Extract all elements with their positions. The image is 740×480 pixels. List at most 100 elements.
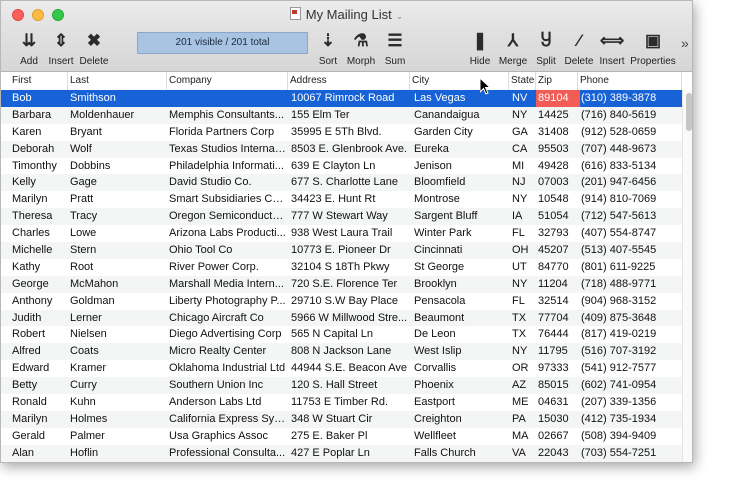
add-button[interactable]: ⇊ Add (17, 29, 41, 67)
cell-address[interactable]: 35995 E 5Th Blvd. (291, 124, 408, 141)
table-row[interactable]: Judith Lerner Chicago Aircraft Co 5966 W Mi… (1, 309, 682, 327)
cell-state[interactable]: UT (512, 259, 536, 276)
cell-company[interactable]: Philadelphia Informati... (169, 158, 286, 175)
vertical-scrollbar[interactable] (682, 90, 692, 462)
cell-zip[interactable]: 04631 (536, 394, 580, 411)
cell-city[interactable]: Jenison (414, 158, 507, 175)
cell-address[interactable]: 8503 E. Glenbrook Ave. (291, 141, 408, 158)
cell-zip[interactable]: 89104 (536, 90, 580, 107)
cell-city[interactable]: St George (414, 259, 507, 276)
table-row[interactable]: Ronald Kuhn Anderson Labs Ltd 11753 E Timbe… (1, 394, 682, 411)
cell-phone[interactable]: (412) 735-1934 (581, 411, 681, 428)
cell-zip[interactable]: 02667 (536, 428, 580, 445)
cell-city[interactable]: Eureka (414, 141, 507, 158)
table-row[interactable]: Gerald Palmer Usa Graphics Assoc 275 E. Bak… (1, 428, 682, 445)
cell-phone[interactable]: (201) 947-6456 (581, 174, 681, 191)
cell-state[interactable]: CA (512, 141, 536, 158)
cell-company[interactable]: Anderson Labs Ltd (169, 394, 286, 411)
cell-company[interactable]: Professional Consulta... (169, 445, 286, 462)
cell-phone[interactable]: (914) 810-7069 (581, 191, 681, 208)
table-row-selected[interactable]: Bob Smithson 10067 Rimrock Road Las Vegas NV… (1, 90, 682, 107)
cell-address[interactable]: 5966 W Millwood Stre... (291, 310, 408, 327)
cell-address[interactable]: 677 S. Charlotte Lane (291, 174, 408, 191)
cell-address[interactable]: 10067 Rimrock Road (291, 90, 408, 107)
cell-zip[interactable]: 32514 (536, 293, 580, 310)
cell-zip[interactable]: 15030 (536, 411, 580, 428)
cell-state[interactable]: VA (512, 445, 536, 462)
table-row[interactable]: Kelly Gage David Studio Co. 677 S. Charlott… (1, 174, 682, 192)
cell-zip[interactable]: 51054 (536, 208, 580, 225)
cell-first[interactable]: Kathy (12, 259, 67, 276)
cell-address[interactable]: 777 W Stewart Way (291, 208, 408, 225)
cell-last[interactable]: Kuhn (70, 394, 165, 411)
cell-zip[interactable]: 11204 (536, 276, 580, 293)
table-row[interactable]: Marilyn Holmes California Express Sys... 34… (1, 410, 682, 428)
cell-address[interactable]: 29710 S.W Bay Place (291, 293, 408, 310)
hide-button[interactable]: ❚ Hide (467, 29, 493, 67)
cell-state[interactable]: GA (512, 124, 536, 141)
cell-first[interactable]: Edward (12, 360, 67, 377)
cell-state[interactable]: OH (512, 242, 536, 259)
table-row[interactable]: Anthony Goldman Liberty Photography P... 29… (1, 293, 682, 310)
cell-zip[interactable]: 14425 (536, 107, 580, 124)
cell-company[interactable]: Usa Graphics Assoc (169, 428, 286, 445)
column-header-city[interactable]: City (410, 72, 509, 90)
cell-last[interactable]: Bryant (70, 124, 165, 141)
table-row[interactable]: Kathy Root River Power Corp. 32104 S 18Th P… (1, 259, 682, 276)
cell-first[interactable]: Deborah (12, 141, 67, 158)
cell-last[interactable]: McMahon (70, 276, 165, 293)
cell-first[interactable]: Timonthy (12, 158, 67, 175)
scrollbar-thumb[interactable] (686, 93, 692, 131)
insert-column-button[interactable]: ⟺ Insert (597, 29, 627, 67)
cell-address[interactable]: 34423 E. Hunt Rt (291, 191, 408, 208)
cell-last[interactable]: Curry (70, 377, 165, 394)
cell-state[interactable]: ME (512, 394, 536, 411)
cell-city[interactable]: Beaumont (414, 310, 507, 327)
cell-company[interactable]: Diego Advertising Corp (169, 326, 286, 343)
cell-state[interactable]: NY (512, 191, 536, 208)
cell-last[interactable]: Lerner (70, 310, 165, 327)
cell-last[interactable]: Kramer (70, 360, 165, 377)
delete-column-button[interactable]: ⁄ Delete (563, 29, 595, 67)
cell-first[interactable]: Ronald (12, 394, 67, 411)
cell-city[interactable]: Las Vegas (414, 90, 507, 107)
table-row[interactable]: Michelle Stern Ohio Tool Co 10773 E. Pionee… (1, 242, 682, 259)
cell-last[interactable]: Stern (70, 242, 165, 259)
cell-city[interactable]: Brooklyn (414, 276, 507, 293)
cell-phone[interactable]: (541) 912-7577 (581, 360, 681, 377)
cell-zip[interactable]: 10548 (536, 191, 580, 208)
cell-city[interactable]: Garden City (414, 124, 507, 141)
cell-first[interactable]: Anthony (12, 293, 67, 310)
cell-last[interactable]: Nielsen (70, 326, 165, 343)
cell-state[interactable]: FL (512, 293, 536, 310)
cell-address[interactable]: 720 S.E. Florence Ter (291, 276, 408, 293)
cell-phone[interactable]: (912) 528-0659 (581, 124, 681, 141)
table-row[interactable]: Betty Curry Southern Union Inc 120 S. Hall … (1, 377, 682, 395)
cell-state[interactable]: NY (512, 276, 536, 293)
cell-city[interactable]: Wellfleet (414, 428, 507, 445)
sort-button[interactable]: ⇣ Sort (317, 29, 339, 67)
cell-company[interactable]: Texas Studios Internat... (169, 141, 286, 158)
morph-button[interactable]: ⚗ Morph (345, 29, 377, 67)
cell-company[interactable]: Liberty Photography P... (169, 293, 286, 310)
cell-zip[interactable]: 31408 (536, 124, 580, 141)
column-header-phone[interactable]: Phone (578, 72, 682, 90)
cell-last[interactable]: Smithson (70, 90, 165, 107)
cell-city[interactable]: Phoenix (414, 377, 507, 394)
cell-first[interactable]: Michelle (12, 242, 67, 259)
cell-zip[interactable]: 11795 (536, 343, 580, 360)
cell-last[interactable]: Pratt (70, 191, 165, 208)
cell-phone[interactable]: (508) 394-9409 (581, 428, 681, 445)
cell-zip[interactable]: 07003 (536, 174, 580, 191)
cell-first[interactable]: Charles (12, 225, 67, 242)
cell-company[interactable]: River Power Corp. (169, 259, 286, 276)
table-row[interactable]: Charles Lowe Arizona Labs Producti... 938 W… (1, 225, 682, 242)
cell-city[interactable]: Winter Park (414, 225, 507, 242)
cell-first[interactable]: Marilyn (12, 411, 67, 428)
cell-first[interactable]: Kelly (12, 174, 67, 191)
cell-phone[interactable]: (712) 547-5613 (581, 208, 681, 225)
cell-city[interactable]: Creighton (414, 411, 507, 428)
cell-state[interactable]: IA (512, 208, 536, 225)
column-header-address[interactable]: Address (288, 72, 410, 90)
window-title[interactable]: My Mailing List ⌄ (1, 7, 692, 22)
